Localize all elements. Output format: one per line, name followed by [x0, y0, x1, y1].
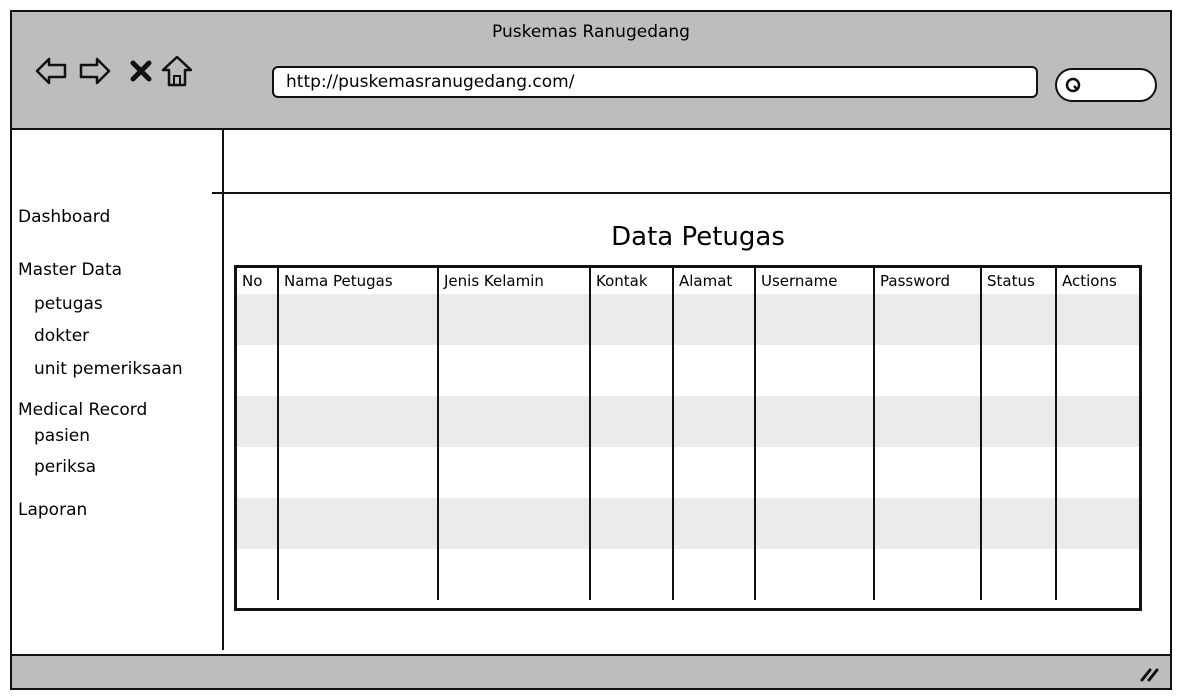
table-row[interactable]	[237, 396, 1139, 447]
sidebar-item-medical-record[interactable]: Medical Record	[18, 400, 147, 420]
column-header-jenis-kelamin[interactable]: Jenis Kelamin	[438, 268, 591, 294]
address-bar[interactable]: http://puskemasranugedang.com/	[272, 66, 1038, 98]
browser-window: Puskemas Ranugedang http://puskemasranug…	[10, 10, 1172, 690]
table-row[interactable]	[237, 498, 1139, 549]
column-header-status[interactable]: Status	[981, 268, 1057, 294]
header-divider	[212, 192, 1172, 194]
sidebar-item-dashboard[interactable]: Dashboard	[18, 207, 110, 227]
table-row[interactable]	[237, 294, 1139, 345]
back-arrow-icon[interactable]	[34, 54, 68, 88]
search-box[interactable]	[1055, 68, 1157, 102]
table-row[interactable]	[237, 549, 1139, 600]
page-title: Data Petugas	[611, 222, 785, 252]
petugas-table: No Nama Petugas Jenis Kelamin Kontak Ala…	[234, 265, 1142, 611]
column-header-password[interactable]: Password	[874, 268, 982, 294]
forward-arrow-icon[interactable]	[78, 54, 112, 88]
sidebar-item-laporan[interactable]: Laporan	[18, 500, 87, 520]
sidebar-item-master-data[interactable]: Master Data	[18, 260, 122, 280]
sidebar-item-dokter[interactable]: dokter	[34, 326, 89, 346]
sidebar-divider	[222, 130, 224, 650]
column-header-alamat[interactable]: Alamat	[673, 268, 756, 294]
sidebar-item-petugas[interactable]: petugas	[34, 294, 103, 314]
sidebar-item-unit-pemeriksaan[interactable]: unit pemeriksaan	[34, 359, 183, 379]
column-header-kontak[interactable]: Kontak	[590, 268, 674, 294]
column-header-nama-petugas[interactable]: Nama Petugas	[278, 268, 439, 294]
table-row[interactable]	[237, 447, 1139, 498]
close-icon[interactable]	[124, 54, 158, 88]
search-icon	[1065, 77, 1081, 93]
browser-toolbar: Puskemas Ranugedang http://puskemasranug…	[12, 12, 1170, 130]
sidebar-item-pasien[interactable]: pasien	[34, 426, 90, 446]
page-content: Dashboard Master Data petugas dokter uni…	[12, 130, 1172, 656]
sidebar-item-periksa[interactable]: periksa	[34, 457, 96, 477]
home-icon[interactable]	[160, 54, 194, 88]
table-row[interactable]	[237, 345, 1139, 396]
column-header-actions[interactable]: Actions	[1056, 268, 1139, 294]
table-header-row: No Nama Petugas Jenis Kelamin Kontak Ala…	[237, 268, 1139, 294]
column-header-username[interactable]: Username	[755, 268, 875, 294]
status-bar	[12, 654, 1170, 688]
resize-grip-icon[interactable]	[1138, 662, 1160, 682]
column-header-no[interactable]: No	[237, 268, 279, 294]
window-title: Puskemas Ranugedang	[492, 22, 690, 42]
